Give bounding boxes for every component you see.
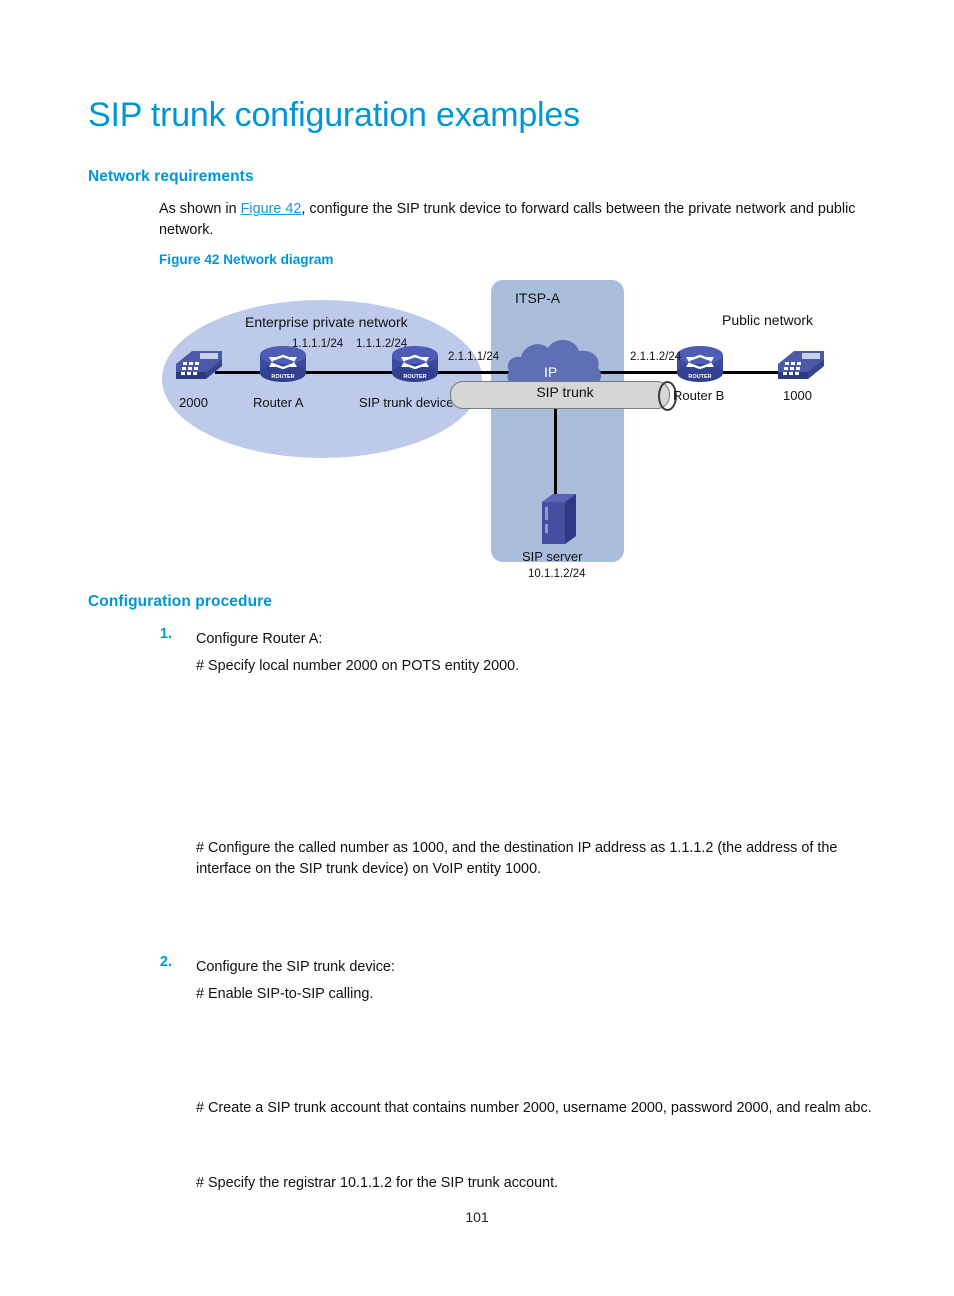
label-public-network: Public network xyxy=(722,312,814,328)
link-sip-trunk-to-sip-server xyxy=(554,404,557,494)
figure-caption: Figure 42 Network diagram xyxy=(159,252,334,267)
router-a-icon: ROUTER xyxy=(258,344,308,386)
step-1-title: Configure Router A: xyxy=(196,631,323,647)
label-phone-2000: 2000 xyxy=(179,395,208,410)
label-enterprise-private-network: Enterprise private network xyxy=(245,314,408,330)
page-title: SIP trunk configuration examples xyxy=(88,96,580,134)
label-sip-trunk: SIP trunk xyxy=(536,384,594,400)
link-router-b-to-phone xyxy=(717,371,779,374)
svg-text:ROUTER: ROUTER xyxy=(403,374,426,380)
heading-network-requirements: Network requirements xyxy=(88,168,254,185)
page-number: 101 xyxy=(465,1209,489,1225)
step-1-number: 1. xyxy=(160,626,173,642)
step-2-comment-2: # Create a SIP trunk account that contai… xyxy=(196,1100,872,1116)
label-sip-server: SIP server xyxy=(522,549,583,564)
sip-server-icon xyxy=(538,490,580,548)
step-2-comment-1: # Enable SIP-to-SIP calling. xyxy=(196,986,374,1002)
label-sip-trunk-device: SIP trunk device xyxy=(359,395,454,410)
label-address-sip-trunk-right: 2.1.1.1/24 xyxy=(448,351,500,363)
svg-text:ROUTER: ROUTER xyxy=(271,374,294,380)
phone-1000-icon xyxy=(772,342,828,388)
link-ip-to-router-b xyxy=(592,371,684,374)
link-router-a-to-sip-trunk-device xyxy=(300,371,402,374)
phone-2000-icon xyxy=(170,342,226,388)
sip-trunk-device-icon: ROUTER xyxy=(390,344,440,386)
figure-42-link[interactable]: Figure 42 xyxy=(241,201,302,217)
heading-configuration-procedure: Configuration procedure xyxy=(88,593,272,610)
label-address-sip-trunk-left: 1.1.1.2/24 xyxy=(356,338,408,350)
step-2-comment-3: # Specify the registrar 10.1.1.2 for the… xyxy=(196,1175,559,1191)
network-requirements-paragraph: As shown in Figure 42, configure the SIP… xyxy=(159,199,871,241)
svg-text:ROUTER: ROUTER xyxy=(688,374,711,380)
label-ip-cloud: IP xyxy=(544,364,558,380)
label-sip-server-address: 10.1.1.2/24 xyxy=(528,568,586,580)
router-b-icon: ROUTER xyxy=(675,344,725,386)
step-2-title: Configure the SIP trunk device: xyxy=(196,959,395,975)
label-address-router-a-right: 1.1.1.1/24 xyxy=(292,338,344,350)
label-router-b: Router B xyxy=(673,388,725,403)
paragraph-text-before-link: As shown in xyxy=(159,201,241,217)
step-1-comment-1: # Specify local number 2000 on POTS enti… xyxy=(196,658,520,674)
label-phone-1000: 1000 xyxy=(783,388,812,403)
label-itsp-a: ITSP-A xyxy=(515,290,561,306)
label-router-a: Router A xyxy=(253,395,304,410)
step-1-comment-2: # Configure the called number as 1000, a… xyxy=(196,840,838,877)
step-2-number: 2. xyxy=(160,954,173,970)
network-diagram: Enterprise private network ITSP-A Public… xyxy=(160,278,860,580)
label-address-router-b-left: 2.1.1.2/24 xyxy=(630,351,682,363)
